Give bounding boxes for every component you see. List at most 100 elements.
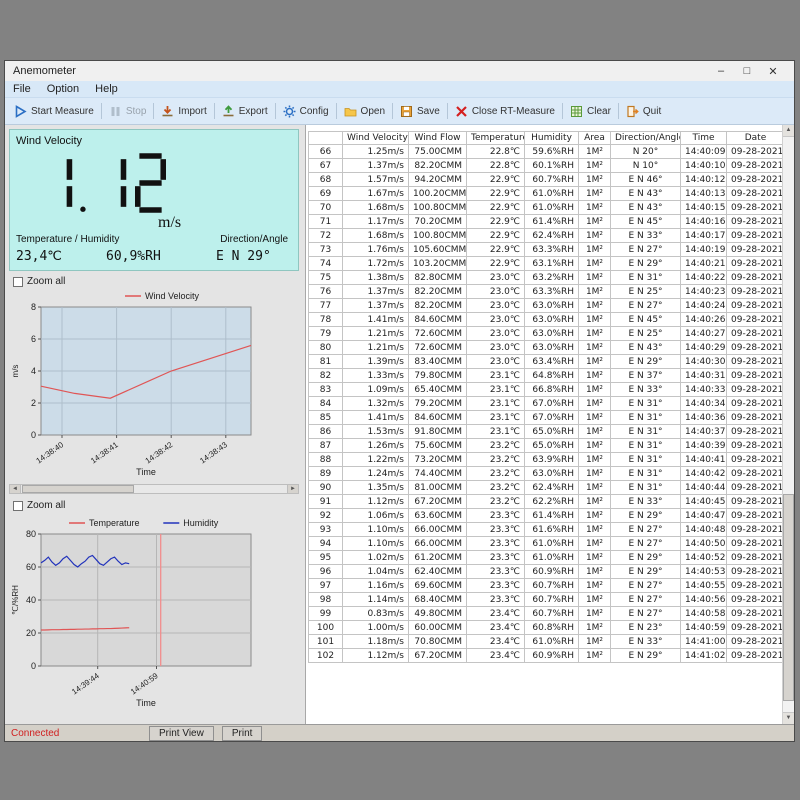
table-row[interactable]: 861.53m/s91.80CMM23.1℃65.0%RH1M²E N 31°1… [309, 425, 783, 439]
table-cell: N 20° [611, 145, 681, 159]
table-cell: 23.1℃ [467, 369, 525, 383]
table-cell: 60.9%RH [525, 565, 579, 579]
table-row[interactable]: 931.10m/s66.00CMM23.3℃61.6%RH1M²E N 27°1… [309, 523, 783, 537]
print-button[interactable]: Print [222, 726, 263, 741]
column-header-date[interactable]: Date [727, 132, 783, 145]
scroll-left-icon[interactable]: ◄ [10, 485, 21, 493]
table-cell: E N 45° [611, 215, 681, 229]
table-row[interactable]: 801.21m/s72.60CMM23.0℃63.0%RH1M²E N 43°1… [309, 341, 783, 355]
table-row[interactable]: 831.09m/s65.40CMM23.1℃66.8%RH1M²E N 33°1… [309, 383, 783, 397]
minimize-button[interactable]: – [708, 65, 734, 78]
toolbar-quit-button[interactable]: Quit [621, 103, 666, 120]
table-row[interactable]: 941.10m/s66.00CMM23.3℃61.0%RH1M²E N 27°1… [309, 537, 783, 551]
column-header-temperature[interactable]: Temperature [467, 132, 525, 145]
table-row[interactable]: 741.72m/s103.20CMM22.9℃63.1%RH1M²E N 29°… [309, 257, 783, 271]
table-cell: 1M² [579, 425, 611, 439]
row-number-cell: 93 [309, 523, 343, 537]
column-header-wind-velocity[interactable]: Wind Velocity [343, 132, 409, 145]
toolbar-import-button[interactable]: Import [156, 103, 211, 120]
menu-help[interactable]: Help [87, 83, 126, 95]
config-icon [283, 105, 296, 118]
table-row[interactable]: 851.41m/s84.60CMM23.1℃67.0%RH1M²E N 31°1… [309, 411, 783, 425]
table-cell: 65.0%RH [525, 439, 579, 453]
column-header-time[interactable]: Time [681, 132, 727, 145]
menu-option[interactable]: Option [39, 83, 87, 95]
toolbar-config-button[interactable]: Config [278, 103, 334, 120]
scrollbar-thumb[interactable] [22, 485, 134, 493]
table-row[interactable]: 661.25m/s75.00CMM22.8℃59.6%RH1M²N 20°14:… [309, 145, 783, 159]
table-cell: 14:40:53 [681, 565, 727, 579]
table-cell: E N 45° [611, 313, 681, 327]
table-row[interactable]: 821.33m/s79.80CMM23.1℃64.8%RH1M²E N 37°1… [309, 369, 783, 383]
table-row[interactable]: 761.37m/s82.20CMM23.0℃63.3%RH1M²E N 25°1… [309, 285, 783, 299]
toolbar-start-button[interactable]: Start Measure [9, 103, 99, 120]
table-row[interactable]: 721.68m/s100.80CMM22.9℃62.4%RH1M²E N 33°… [309, 229, 783, 243]
table-row[interactable]: 921.06m/s63.60CMM23.3℃61.4%RH1M²E N 29°1… [309, 509, 783, 523]
toolbar-close-rt-button[interactable]: Close RT-Measure [450, 103, 560, 120]
table-cell: 14:40:10 [681, 159, 727, 173]
table-row[interactable]: 731.76m/s105.60CMM22.9℃63.3%RH1M²E N 27°… [309, 243, 783, 257]
table-row[interactable]: 1001.00m/s60.00CMM23.4℃60.8%RH1M²E N 23°… [309, 621, 783, 635]
scroll-up-icon[interactable]: ▲ [783, 125, 794, 137]
column-header-area[interactable]: Area [579, 132, 611, 145]
table-row[interactable]: 1011.18m/s70.80CMM23.4℃61.0%RH1M²E N 33°… [309, 635, 783, 649]
column-header-direction-angle[interactable]: Direction/Angle [611, 132, 681, 145]
table-row[interactable]: 990.83m/s49.80CMM23.4℃60.7%RH1M²E N 27°1… [309, 607, 783, 621]
table-cell: 1M² [579, 635, 611, 649]
temperature-value: 23,4℃ [16, 249, 62, 264]
table-row[interactable]: 711.17m/s70.20CMM22.9℃61.4%RH1M²E N 45°1… [309, 215, 783, 229]
table-row[interactable]: 961.04m/s62.40CMM23.3℃60.9%RH1M²E N 29°1… [309, 565, 783, 579]
table-row[interactable]: 901.35m/s81.00CMM23.2℃62.4%RH1M²E N 31°1… [309, 481, 783, 495]
print-view-button[interactable]: Print View [149, 726, 214, 741]
table-row[interactable]: 781.41m/s84.60CMM23.0℃63.0%RH1M²E N 45°1… [309, 313, 783, 327]
table-row[interactable]: 691.67m/s100.20CMM22.9℃61.0%RH1M²E N 43°… [309, 187, 783, 201]
table-cell: 09-28-2021 [727, 355, 783, 369]
toolbar-button-label: Config [300, 106, 329, 117]
toolbar-open-button[interactable]: Open [339, 103, 390, 120]
table-row[interactable]: 701.68m/s100.80CMM22.9℃61.0%RH1M²E N 43°… [309, 201, 783, 215]
table-row[interactable]: 1021.12m/s67.20CMM23.4℃60.9%RH1M²E N 29°… [309, 649, 783, 663]
table-row[interactable]: 971.16m/s69.60CMM23.3℃60.7%RH1M²E N 27°1… [309, 579, 783, 593]
table-row[interactable]: 771.37m/s82.20CMM23.0℃63.0%RH1M²E N 27°1… [309, 299, 783, 313]
maximize-button[interactable]: □ [734, 65, 760, 78]
table-row[interactable]: 671.37m/s82.20CMM22.8℃60.1%RH1M²N 10°14:… [309, 159, 783, 173]
velocity-chart-scrollbar[interactable]: ◄ ► [9, 484, 299, 494]
column-header-wind-flow[interactable]: Wind Flow [409, 132, 467, 145]
table-scrollbar[interactable]: ▲ ▼ [782, 125, 794, 724]
column-header-row-number[interactable] [309, 132, 343, 145]
table-cell: 14:40:59 [681, 621, 727, 635]
scroll-right-icon[interactable]: ► [287, 485, 298, 493]
table-row[interactable]: 911.12m/s67.20CMM23.2℃62.2%RH1M²E N 33°1… [309, 495, 783, 509]
scrollbar-thumb[interactable] [783, 494, 794, 701]
table-row[interactable]: 791.21m/s72.60CMM23.0℃63.0%RH1M²E N 25°1… [309, 327, 783, 341]
zoom-all-checkbox-velocity[interactable]: Zoom all [13, 276, 65, 287]
connection-status: Connected [11, 728, 149, 739]
scroll-down-icon[interactable]: ▼ [783, 712, 794, 724]
open-icon [344, 105, 357, 118]
scrollbar-track[interactable] [21, 485, 287, 493]
menu-file[interactable]: File [5, 83, 39, 95]
column-header-humidity[interactable]: Humidity [525, 132, 579, 145]
toolbar-clear-button[interactable]: Clear [565, 103, 616, 120]
table-row[interactable]: 981.14m/s68.40CMM23.3℃60.7%RH1M²E N 27°1… [309, 593, 783, 607]
toolbar-export-button[interactable]: Export [217, 103, 273, 120]
zoom-all-checkbox-temp-humidity[interactable]: Zoom all [13, 500, 65, 511]
table-row[interactable]: 871.26m/s75.60CMM23.2℃65.0%RH1M²E N 31°1… [309, 439, 783, 453]
table-cell: 1M² [579, 509, 611, 523]
table-row[interactable]: 891.24m/s74.40CMM23.2℃63.0%RH1M²E N 31°1… [309, 467, 783, 481]
table-row[interactable]: 881.22m/s73.20CMM23.2℃63.9%RH1M²E N 31°1… [309, 453, 783, 467]
clear-icon [570, 105, 583, 118]
scrollbar-track[interactable] [783, 137, 794, 712]
table-cell: 09-28-2021 [727, 439, 783, 453]
table-cell: 1.00m/s [343, 621, 409, 635]
svg-text:80: 80 [26, 529, 36, 539]
close-button[interactable]: ✕ [760, 65, 786, 78]
toolbar-save-button[interactable]: Save [395, 103, 445, 120]
table-row[interactable]: 951.02m/s61.20CMM23.3℃61.0%RH1M²E N 29°1… [309, 551, 783, 565]
table-cell: E N 27° [611, 299, 681, 313]
toolbar-stop-button[interactable]: Stop [104, 103, 152, 120]
table-row[interactable]: 811.39m/s83.40CMM23.0℃63.4%RH1M²E N 29°1… [309, 355, 783, 369]
table-row[interactable]: 751.38m/s82.80CMM23.0℃63.2%RH1M²E N 31°1… [309, 271, 783, 285]
table-row[interactable]: 841.32m/s79.20CMM23.1℃67.0%RH1M²E N 31°1… [309, 397, 783, 411]
table-row[interactable]: 681.57m/s94.20CMM22.9℃60.7%RH1M²E N 46°1… [309, 173, 783, 187]
